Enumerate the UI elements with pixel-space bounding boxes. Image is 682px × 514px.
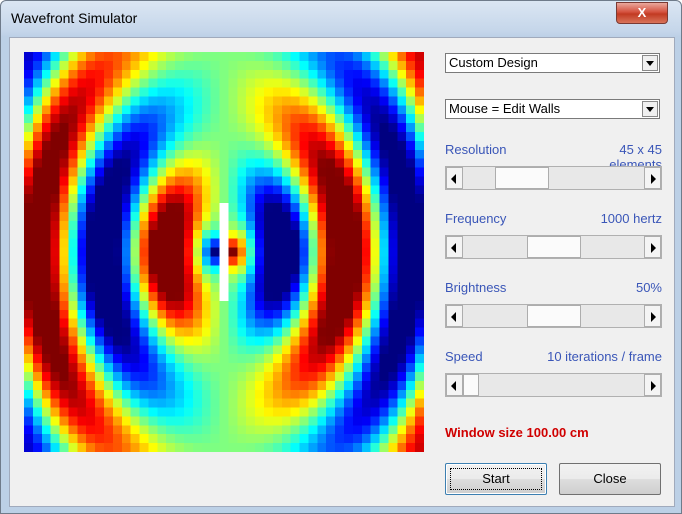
brightness-label: Brightness [445, 280, 507, 295]
arrow-right-icon[interactable] [644, 236, 661, 258]
resolution-scrollbar[interactable] [445, 166, 662, 190]
design-select-value: Custom Design [449, 55, 538, 70]
dialog-client-area: Custom Design Mouse = Edit Walls Resolut… [9, 37, 675, 507]
arrow-right-icon[interactable] [644, 305, 661, 327]
frequency-label: Frequency [445, 211, 507, 226]
arrow-left-icon[interactable] [446, 305, 463, 327]
mouse-mode-select-value: Mouse = Edit Walls [449, 101, 561, 116]
speed-scrollbar[interactable] [445, 373, 662, 397]
arrow-left-icon[interactable] [446, 374, 463, 396]
chevron-down-icon[interactable] [642, 55, 658, 71]
speed-value: 10 iterations / frame [547, 349, 662, 364]
frequency-scrollbar[interactable] [445, 235, 662, 259]
wavefront-canvas[interactable] [24, 52, 424, 452]
scroll-track[interactable] [463, 236, 644, 258]
app-window: Wavefront Simulator X Custom Design Mous… [0, 0, 682, 514]
arrow-right-icon[interactable] [644, 374, 661, 396]
scroll-track[interactable] [463, 305, 644, 327]
chevron-down-icon[interactable] [642, 101, 658, 117]
focus-rectangle [450, 468, 542, 490]
window-size-status: Window size 100.00 cm [445, 425, 589, 440]
title-bar[interactable]: Wavefront Simulator X [1, 1, 681, 37]
resolution-label: Resolution [445, 142, 507, 157]
arrow-right-icon[interactable] [644, 167, 661, 189]
brightness-scrollbar[interactable] [445, 304, 662, 328]
frequency-value: 1000 hertz [600, 211, 662, 226]
close-button-label: Close [593, 471, 627, 486]
close-button[interactable]: Close [559, 463, 661, 495]
brightness-value: 50% [635, 280, 662, 295]
scroll-track[interactable] [463, 167, 644, 189]
scroll-track[interactable] [463, 374, 644, 396]
mouse-mode-select[interactable]: Mouse = Edit Walls [445, 99, 660, 119]
arrow-left-icon[interactable] [446, 236, 463, 258]
arrow-left-icon[interactable] [446, 167, 463, 189]
start-button[interactable]: Start [445, 463, 547, 495]
window-title: Wavefront Simulator [11, 10, 138, 26]
scroll-thumb[interactable] [527, 305, 581, 327]
speed-label: Speed [445, 349, 483, 364]
scroll-thumb[interactable] [495, 167, 549, 189]
close-icon[interactable]: X [616, 2, 668, 24]
scroll-thumb[interactable] [463, 374, 479, 396]
scroll-thumb[interactable] [527, 236, 581, 258]
design-select[interactable]: Custom Design [445, 53, 660, 73]
